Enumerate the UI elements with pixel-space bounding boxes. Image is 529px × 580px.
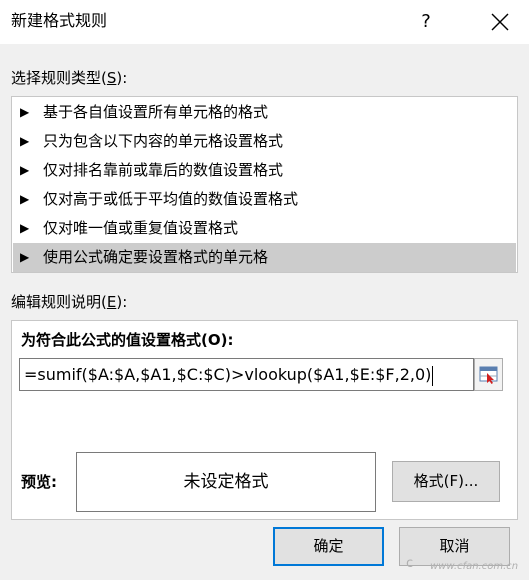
rule-type-item-label: 仅对排名靠前或靠后的数值设置格式 [43,161,284,179]
formula-text: =sumif($A:$A,$A1,$C:$C)>vlookup($A1,$E:$… [24,365,432,384]
rule-description-label: 编辑规则说明(E): [11,293,128,311]
rule-type-list[interactable]: ▶ 基于各自值设置所有单元格的格式 ▶ 只为包含以下内容的单元格设置格式 ▶ 仅… [11,96,518,273]
help-icon: ? [421,11,431,32]
rule-type-item[interactable]: ▶ 基于各自值设置所有单元格的格式 [13,98,516,127]
triangle-right-icon: ▶ [20,250,30,264]
help-button[interactable]: ? [412,9,440,35]
triangle-right-icon: ▶ [20,134,30,148]
rule-type-item[interactable]: ▶ 仅对唯一值或重复值设置格式 [13,214,516,243]
range-select-button[interactable] [474,358,503,391]
rule-type-item[interactable]: ▶ 只为包含以下内容的单元格设置格式 [13,127,516,156]
triangle-right-icon: ▶ [20,163,30,177]
rule-type-label: 选择规则类型(S): [11,69,128,87]
preview-label: 预览: [21,473,57,491]
rule-type-item-label: 仅对高于或低于平均值的数值设置格式 [43,190,299,208]
formula-input[interactable]: =sumif($A:$A,$A1,$C:$C)>vlookup($A1,$E:$… [19,358,474,391]
close-button[interactable] [488,10,512,34]
preview-box: 未设定格式 [76,452,376,512]
rule-type-item[interactable]: ▶ 仅对排名靠前或靠后的数值设置格式 [13,156,516,185]
format-button[interactable]: 格式(F)... [392,461,500,502]
rule-type-item-label: 基于各自值设置所有单元格的格式 [43,103,269,121]
text-caret [432,365,434,386]
rule-type-item[interactable]: ▶ 仅对高于或低于平均值的数值设置格式 [13,185,516,214]
rule-type-item-label: 使用公式确定要设置格式的单元格 [43,248,269,266]
rule-type-item-label: 只为包含以下内容的单元格设置格式 [43,132,284,150]
dialog-title: 新建格式规则 [11,11,108,30]
triangle-right-icon: ▶ [20,105,30,119]
watermark-logo: c [406,556,414,571]
formula-heading: 为符合此公式的值设置格式(O): [21,331,234,349]
watermark-url: www.cfan.com.cn [430,561,519,572]
close-icon [491,13,509,31]
rule-type-item-label: 仅对唯一值或重复值设置格式 [43,219,239,237]
triangle-right-icon: ▶ [20,192,30,206]
ok-button[interactable]: 确定 [273,527,384,566]
rule-type-item-selected[interactable]: ▶ 使用公式确定要设置格式的单元格 [13,243,516,272]
triangle-right-icon: ▶ [20,221,30,235]
range-select-icon [479,366,498,384]
